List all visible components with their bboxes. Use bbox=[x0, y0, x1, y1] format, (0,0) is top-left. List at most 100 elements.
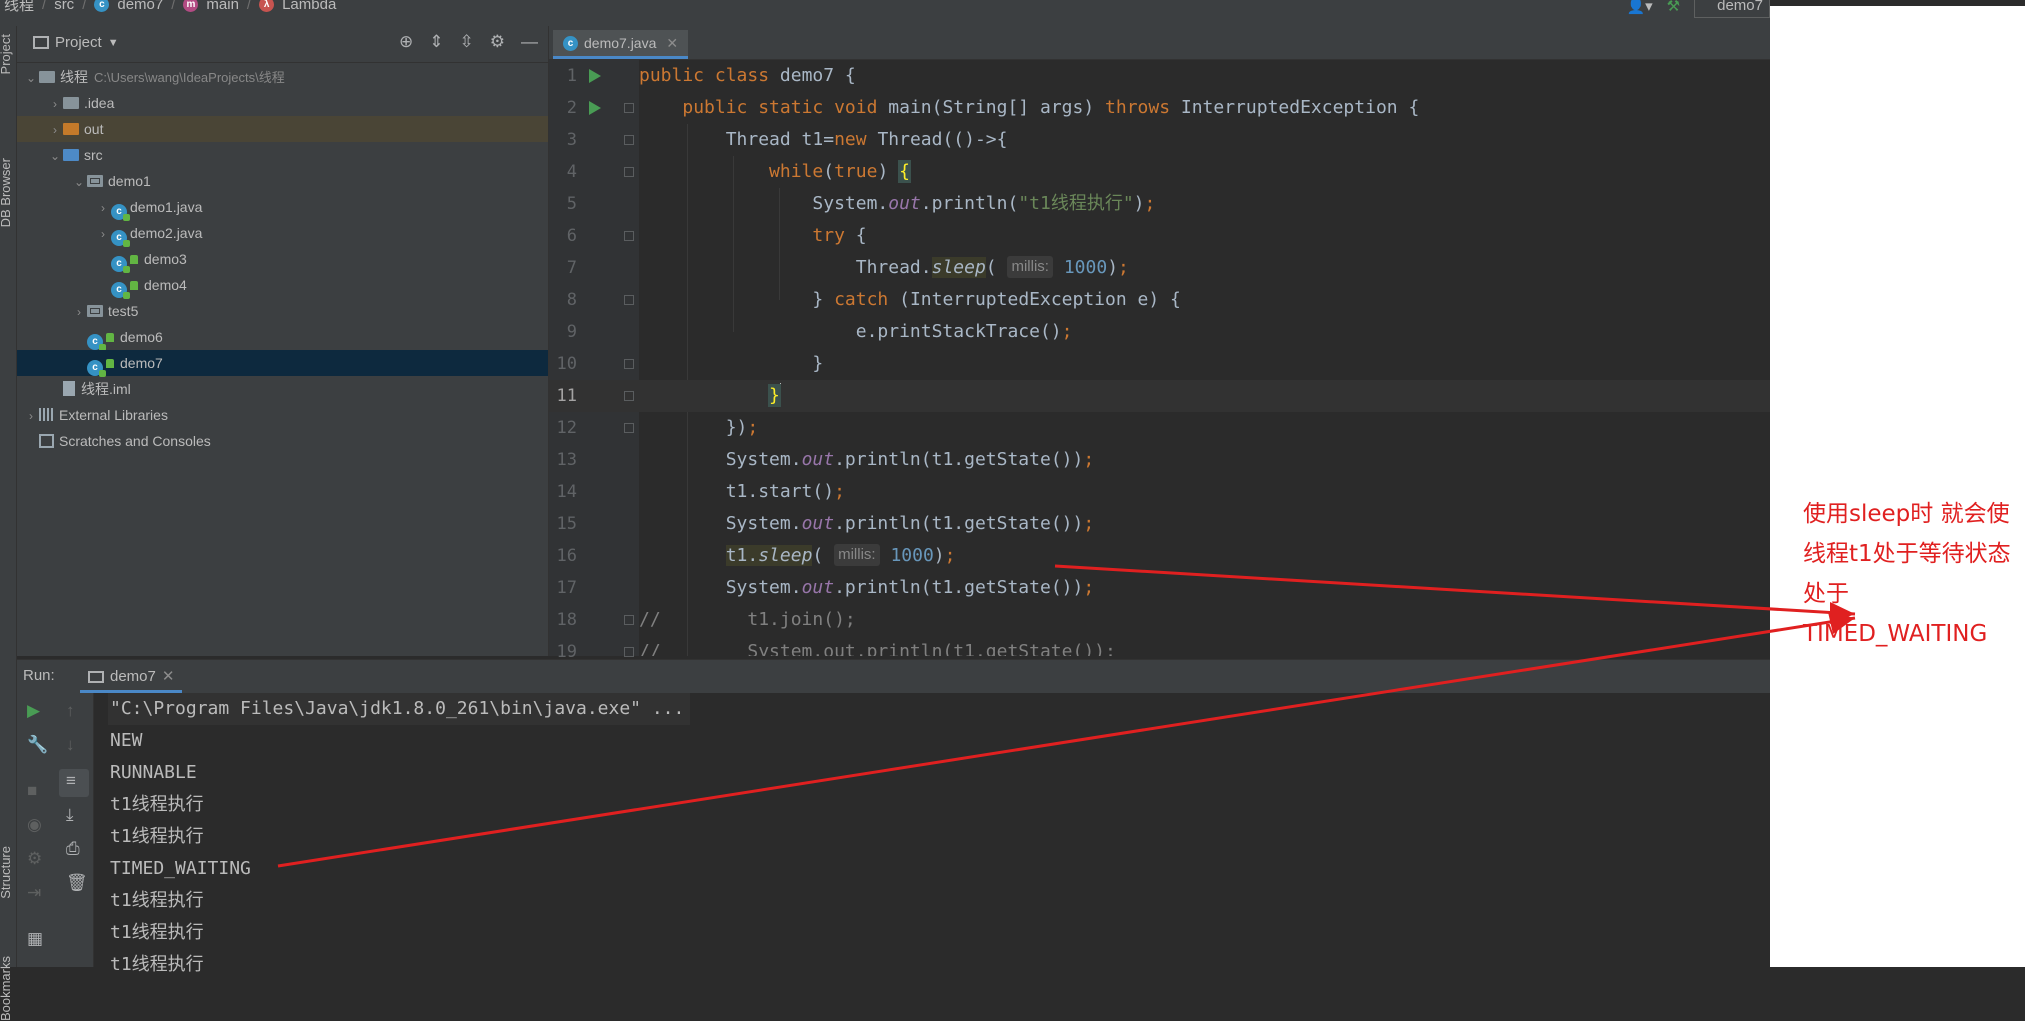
breadcrumb-separator: / bbox=[42, 0, 47, 13]
code-line-14: t1.start(); bbox=[639, 481, 845, 502]
chevron-down-icon[interactable]: ⌄ bbox=[23, 65, 39, 91]
access-lock-icon bbox=[130, 281, 138, 290]
close-tab-icon[interactable]: ✕ bbox=[666, 30, 678, 56]
breadcrumb-item-project[interactable]: 线程 bbox=[4, 0, 34, 15]
chevron-right-icon[interactable]: › bbox=[47, 117, 63, 143]
expand-all-icon[interactable]: ⇕ bbox=[429, 32, 443, 52]
locate-file-icon[interactable]: ⊕ bbox=[399, 32, 413, 52]
breadcrumb-item-src[interactable]: src bbox=[54, 0, 74, 13]
tool-tab-project[interactable]: Project bbox=[0, 34, 13, 74]
breadcrumb-item-method[interactable]: main bbox=[206, 0, 239, 13]
fold-marker-icon[interactable] bbox=[624, 167, 634, 177]
navigation-bar: 线程 / src / c demo7 / m main / λ Lambda 👤… bbox=[0, 0, 1770, 27]
camera-icon[interactable]: ◉ bbox=[27, 815, 42, 835]
folder-icon bbox=[63, 97, 79, 109]
java-class-icon: c bbox=[87, 334, 106, 351]
tree-item-src[interactable]: ⌄ src bbox=[17, 142, 548, 168]
tree-item-iml[interactable]: 线程.iml bbox=[17, 376, 548, 402]
fold-marker-icon[interactable] bbox=[624, 103, 634, 113]
java-class-icon: c bbox=[111, 256, 130, 273]
fold-marker-icon[interactable] bbox=[624, 231, 634, 241]
project-panel-header: Project ▼ ⊕ ⇕ ⇳ ⚙ — bbox=[17, 26, 548, 63]
chevron-right-icon[interactable]: › bbox=[71, 299, 87, 325]
code-editor: c demo7.java ✕ 1 2 3 4 5 6 7 8 9 10 11 12 13 14 15 16 17… bbox=[549, 26, 1770, 662]
user-icon[interactable]: 👤▾ bbox=[1626, 0, 1652, 15]
fold-marker-icon[interactable] bbox=[624, 359, 634, 369]
fold-marker-icon[interactable] bbox=[624, 295, 634, 305]
tree-item-demo6[interactable]: c demo6 bbox=[17, 324, 548, 351]
tree-item-demo3[interactable]: c demo3 bbox=[17, 246, 548, 273]
run-tab-demo7[interactable]: demo7 ✕ bbox=[80, 664, 183, 693]
code-line-4: while(true) { bbox=[769, 160, 911, 183]
editor-tab-demo7[interactable]: c demo7.java ✕ bbox=[553, 30, 689, 59]
tree-item-[interactable]: ⌄ 线程 C:\Users\wang\IdeaProjects\线程 bbox=[17, 64, 548, 90]
soft-wrap-icon[interactable]: ≡ bbox=[66, 771, 76, 791]
line-number: 15 bbox=[556, 514, 577, 534]
stop-icon[interactable]: ■ bbox=[27, 781, 37, 801]
chevron-down-icon[interactable]: ⌄ bbox=[47, 143, 63, 169]
settings-icon[interactable]: ⚙ bbox=[27, 849, 42, 869]
tree-item-demo4[interactable]: c demo4 bbox=[17, 272, 548, 299]
iml-file-icon bbox=[63, 381, 75, 396]
code-area[interactable]: public class demo7 { public static void … bbox=[639, 60, 1770, 656]
rerun-icon[interactable]: ▶ bbox=[27, 701, 40, 721]
tree-item-label: demo4 bbox=[144, 277, 187, 293]
chevron-right-icon[interactable]: › bbox=[47, 91, 63, 117]
modify-config-wrench-icon[interactable]: 🔧 bbox=[27, 735, 48, 755]
run-configuration-selector[interactable]: demo7 bbox=[1694, 0, 1770, 18]
code-line-11: } bbox=[639, 380, 1770, 412]
tree-item-out[interactable]: › out bbox=[17, 116, 548, 142]
run-gutter-icon[interactable] bbox=[589, 69, 601, 83]
chevron-right-icon[interactable]: › bbox=[95, 195, 111, 221]
run-toolbar-secondary: ↑ ↓ ≡ ⤓ ⎙ 🗑 bbox=[57, 693, 94, 967]
chevron-right-icon[interactable]: › bbox=[23, 403, 39, 429]
fold-marker-icon[interactable] bbox=[624, 615, 634, 625]
breadcrumb-item-class[interactable]: demo7 bbox=[117, 0, 163, 13]
tool-tab-structure[interactable]: Structure bbox=[0, 846, 13, 899]
chevron-down-icon[interactable]: ⌄ bbox=[71, 169, 87, 195]
breadcrumb-item-lambda[interactable]: Lambda bbox=[282, 0, 336, 13]
tool-tab-bookmarks[interactable]: Bookmarks bbox=[0, 956, 13, 1021]
code-line-8: } catch (InterruptedException e) { bbox=[639, 289, 1181, 310]
project-panel-title: Project bbox=[55, 34, 102, 51]
line-number: 3 bbox=[566, 130, 577, 150]
chevron-right-icon[interactable]: › bbox=[95, 221, 111, 247]
build-hammer-icon[interactable]: ⚒ bbox=[1667, 0, 1680, 15]
arrow-up-icon[interactable]: ↑ bbox=[66, 701, 75, 721]
tree-item-demo2-java[interactable]: › c demo2.java bbox=[17, 220, 548, 247]
console-line: RUNNABLE bbox=[110, 762, 197, 783]
tree-item-demo1-java[interactable]: › c demo1.java bbox=[17, 194, 548, 221]
close-run-tab-icon[interactable]: ✕ bbox=[162, 664, 175, 690]
annotation-line-2: 线程t1处于等待状态 bbox=[1803, 541, 2011, 567]
project-view-selector[interactable]: Project ▼ bbox=[33, 34, 119, 51]
tree-item-test5[interactable]: › test5 bbox=[17, 298, 548, 324]
tree-item-label: demo3 bbox=[144, 251, 187, 267]
tool-tab-db-browser[interactable]: DB Browser bbox=[0, 158, 13, 227]
tree-item-label: 线程 bbox=[60, 69, 88, 85]
library-icon bbox=[39, 408, 55, 421]
fold-marker-icon[interactable] bbox=[624, 391, 634, 401]
scroll-to-end-icon[interactable]: ⤓ bbox=[66, 805, 74, 825]
annotation-note: 使用sleep时 就会使 线程t1处于等待状态 处于 TIMED_WAITING bbox=[1803, 494, 2025, 654]
tree-item-demo1[interactable]: ⌄ demo1 bbox=[17, 168, 548, 194]
exit-icon[interactable]: ⇥ bbox=[27, 883, 41, 903]
fold-marker-icon[interactable] bbox=[624, 135, 634, 145]
run-gutter-icon[interactable] bbox=[589, 101, 601, 115]
tree-item-path: C:\Users\wang\IdeaProjects\线程 bbox=[94, 70, 285, 85]
trash-icon[interactable]: 🗑 bbox=[66, 873, 88, 893]
console-output[interactable]: "C:\Program Files\Java\jdk1.8.0_261\bin\… bbox=[94, 693, 1770, 975]
print-icon[interactable]: ⎙ bbox=[66, 839, 80, 859]
tree-item-demo7[interactable]: c demo7 bbox=[17, 350, 548, 377]
collapse-all-icon[interactable]: ⇳ bbox=[460, 32, 474, 52]
fold-marker-icon[interactable] bbox=[624, 423, 634, 433]
tree-item-external-libraries[interactable]: › External Libraries bbox=[17, 402, 548, 428]
layout-icon[interactable]: ▦ bbox=[27, 929, 43, 949]
tree-item-idea[interactable]: › .idea bbox=[17, 90, 548, 116]
line-number: 13 bbox=[556, 450, 577, 470]
fold-marker-icon[interactable] bbox=[624, 647, 634, 657]
annotation-line-4: TIMED_WAITING bbox=[1803, 621, 1988, 647]
arrow-down-icon[interactable]: ↓ bbox=[66, 735, 75, 755]
hide-panel-icon[interactable]: — bbox=[521, 32, 538, 52]
settings-gear-icon[interactable]: ⚙ bbox=[490, 32, 505, 52]
tree-item-scratches-and-consoles[interactable]: Scratches and Consoles bbox=[17, 428, 548, 454]
